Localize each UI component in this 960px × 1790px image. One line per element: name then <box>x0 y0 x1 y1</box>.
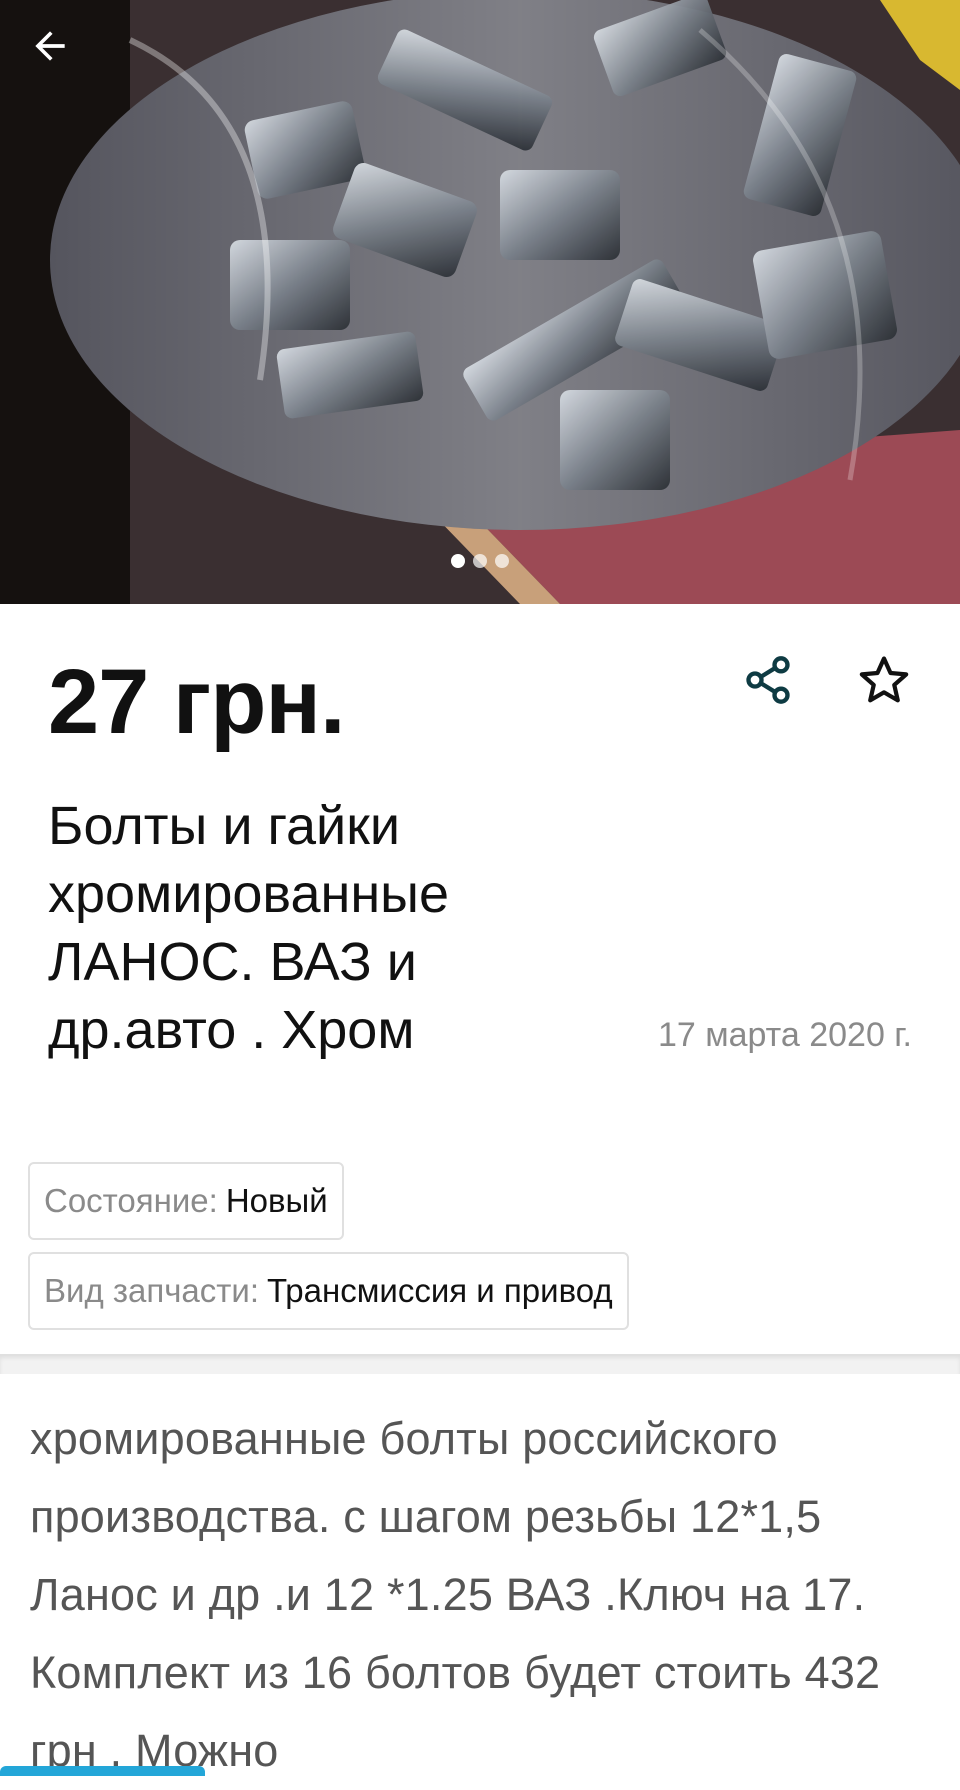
attribute-chip-part-type: Вид запчасти: Трансмиссия и привод <box>28 1252 629 1330</box>
arrow-left-icon <box>35 31 65 61</box>
photo-illustration <box>0 0 960 604</box>
photo-pager[interactable] <box>0 554 960 568</box>
listing-date: 17 марта 2020 г. <box>657 1016 912 1054</box>
listing-price: 27 грн. <box>48 651 346 753</box>
share-icon <box>746 656 790 704</box>
listing-description: хромированные болты российского производ… <box>30 1413 881 1776</box>
back-button[interactable] <box>28 24 112 108</box>
listing-photo[interactable] <box>0 0 960 604</box>
attribute-key: Состояние: <box>44 1182 218 1219</box>
pager-dot[interactable] <box>495 554 509 568</box>
attribute-chip-condition: Состояние: Новый <box>28 1162 344 1240</box>
bottom-accent-bar <box>0 1766 205 1776</box>
attribute-key: Вид запчасти: <box>44 1272 259 1309</box>
pager-dot-active[interactable] <box>451 554 465 568</box>
listing-title: Болты и гайки хромированные ЛАНОС. ВАЗ и… <box>48 796 450 1060</box>
favorite-button[interactable] <box>852 648 916 712</box>
section-divider <box>0 1354 960 1374</box>
star-outline-icon <box>859 656 909 703</box>
share-button[interactable] <box>736 648 800 712</box>
attribute-value: Трансмиссия и привод <box>266 1272 613 1309</box>
attribute-value: Новый <box>225 1182 328 1219</box>
listing-info: 27 грн. Болты и гайки хромированные ЛАНО… <box>0 604 960 1354</box>
pager-dot[interactable] <box>473 554 487 568</box>
